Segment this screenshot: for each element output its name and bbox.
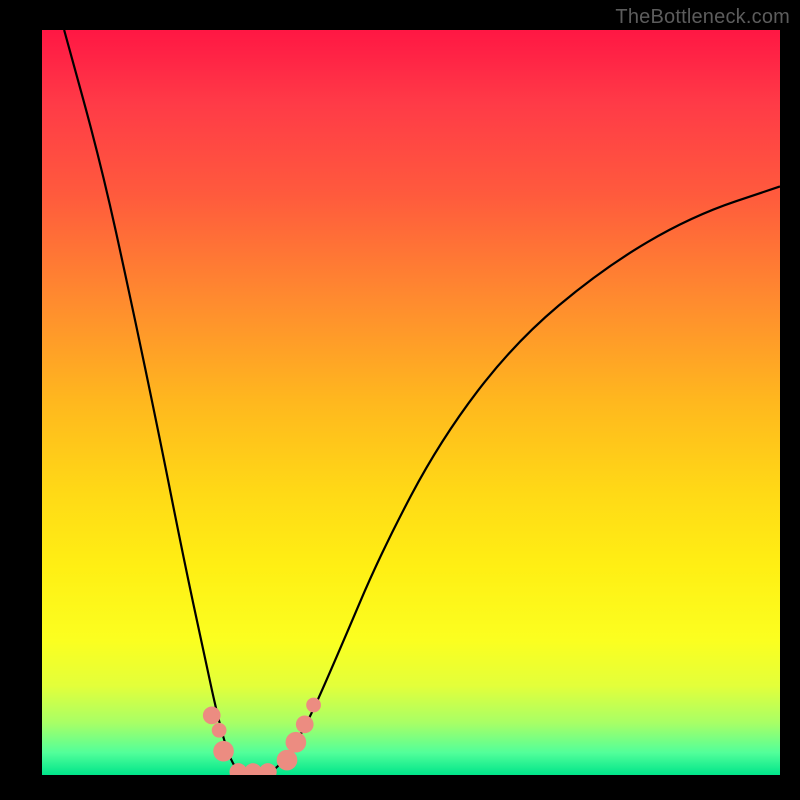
data-marker: [203, 707, 221, 725]
data-marker: [306, 698, 321, 713]
chart-frame: TheBottleneck.com: [0, 0, 800, 800]
data-marker: [277, 750, 298, 771]
data-marker: [259, 763, 277, 775]
bottleneck-chart: [42, 30, 780, 775]
data-marker: [212, 723, 227, 738]
data-marker: [213, 741, 234, 762]
watermark-text: TheBottleneck.com: [615, 6, 790, 29]
data-markers: [203, 698, 321, 775]
bottleneck-curve: [64, 30, 780, 775]
data-marker: [296, 715, 314, 733]
data-marker: [286, 732, 307, 753]
plot-area: [42, 30, 780, 775]
